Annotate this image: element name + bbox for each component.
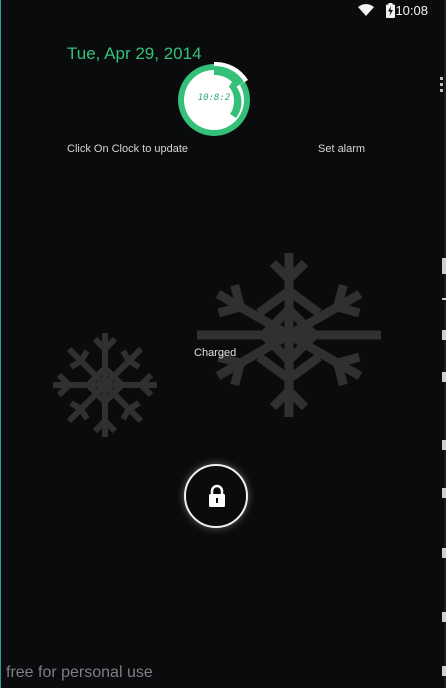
edge-marker	[442, 488, 446, 498]
edge-marker	[442, 298, 446, 300]
watermark-text: free for personal use	[6, 664, 153, 681]
clock-time: 10:8:2	[197, 93, 231, 103]
edge-marker	[442, 330, 446, 340]
edge-marker	[442, 548, 446, 558]
screen-edge-left	[0, 0, 1, 688]
status-bar: 10:08	[0, 0, 432, 22]
battery-charging-icon	[386, 3, 395, 23]
charge-status: Charged	[194, 347, 237, 359]
clock-widget[interactable]: 10:8:2	[174, 60, 254, 140]
snowflake-icon	[53, 333, 157, 437]
padlock-icon	[209, 484, 225, 507]
update-hint: Click On Clock to update	[67, 143, 189, 155]
edge-marker	[442, 440, 446, 450]
edge-marker	[442, 666, 446, 676]
edge-marker	[442, 612, 446, 622]
overflow-menu-icon[interactable]	[436, 74, 446, 96]
set-alarm-link[interactable]: Set alarm	[318, 143, 365, 155]
snowflake-icon	[197, 253, 381, 417]
unlock-button[interactable]	[184, 464, 248, 528]
wifi-icon	[358, 3, 374, 22]
edge-marker	[442, 372, 446, 382]
edge-marker	[442, 258, 446, 274]
status-time: 10:08	[395, 3, 428, 18]
